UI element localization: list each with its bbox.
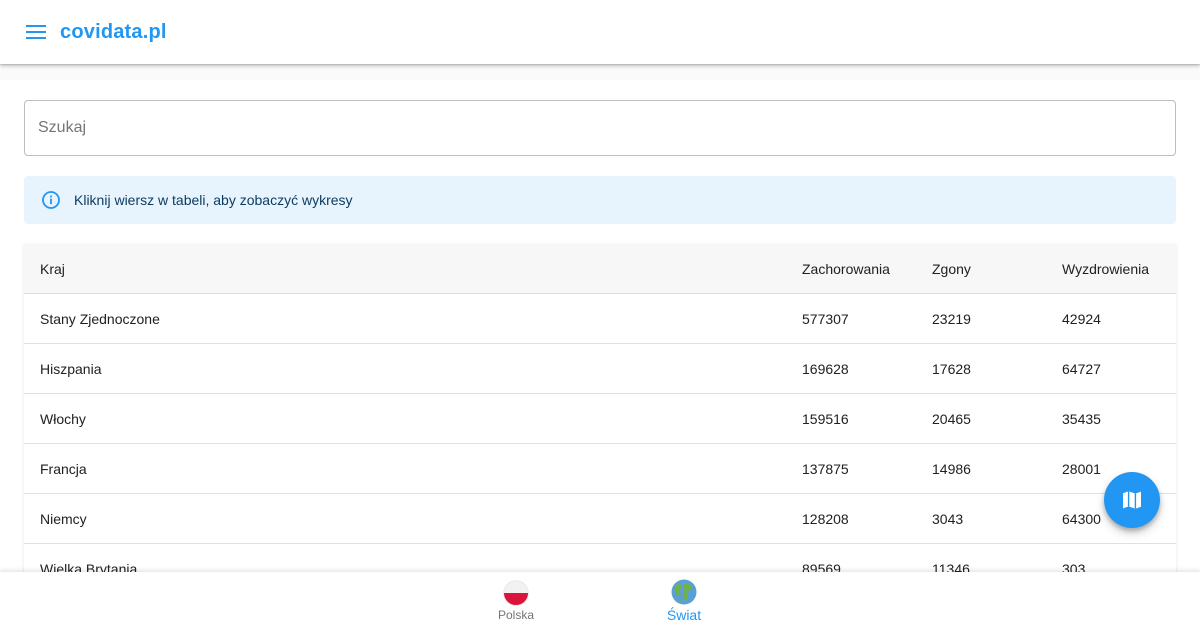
cell-country: Stany Zjednoczone: [24, 293, 802, 344]
nav-item-polska[interactable]: Polska: [432, 572, 600, 628]
cell-recovered: 42924: [1062, 293, 1176, 344]
menu-button[interactable]: [24, 20, 48, 44]
column-header-cases[interactable]: Zachorowania: [802, 244, 932, 294]
menu-icon: [26, 25, 46, 39]
table-row[interactable]: Stany Zjednoczone 577307 23219 42924: [24, 293, 1176, 344]
cell-country: Włochy: [24, 393, 802, 444]
nav-item-swiat[interactable]: Świat: [600, 572, 768, 628]
table-header-row: Kraj Zachorowania Zgony Wyzdrowienia: [24, 244, 1176, 294]
countries-table: Kraj Zachorowania Zgony Wyzdrowienia Sta…: [24, 244, 1176, 628]
cell-deaths: 3043: [932, 493, 1062, 544]
column-header-deaths[interactable]: Zgony: [932, 244, 1062, 294]
table-row[interactable]: Włochy 159516 20465 35435: [24, 393, 1176, 444]
map-icon: [1123, 491, 1141, 509]
column-header-recovered[interactable]: Wyzdrowienia: [1062, 244, 1176, 294]
search-input[interactable]: [25, 101, 1148, 155]
map-button[interactable]: [1104, 472, 1160, 528]
table-row[interactable]: Hiszpania 169628 17628 64727: [24, 343, 1176, 394]
cell-cases: 159516: [802, 393, 932, 444]
poland-flag-icon: [503, 580, 529, 606]
cell-recovered: 64727: [1062, 343, 1176, 394]
cell-cases: 128208: [802, 493, 932, 544]
nav-label-swiat: Świat: [666, 607, 702, 623]
search-field[interactable]: [24, 100, 1176, 156]
cell-country: Niemcy: [24, 493, 802, 544]
cell-cases: 169628: [802, 343, 932, 394]
cell-cases: 577307: [802, 293, 932, 344]
cell-deaths: 20465: [932, 393, 1062, 444]
cell-deaths: 17628: [932, 343, 1062, 394]
cell-deaths: 23219: [932, 293, 1062, 344]
table-row[interactable]: Niemcy 128208 3043 64300: [24, 493, 1176, 544]
cell-cases: 137875: [802, 443, 932, 494]
info-alert: Kliknij wiersz w tabeli, aby zobaczyć wy…: [24, 176, 1176, 224]
app-title[interactable]: covidata.pl: [60, 21, 167, 44]
info-message: Kliknij wiersz w tabeli, aby zobaczyć wy…: [74, 192, 353, 208]
cell-country: Francja: [24, 443, 802, 494]
info-icon: [41, 190, 61, 210]
globe-icon: [671, 579, 697, 605]
bottom-navigation: Polska Świat: [0, 572, 1200, 628]
table-row[interactable]: Francja 137875 14986 28001: [24, 443, 1176, 494]
nav-label-polska: Polska: [497, 608, 535, 622]
cell-recovered: 35435: [1062, 393, 1176, 444]
cell-deaths: 14986: [932, 443, 1062, 494]
cell-country: Hiszpania: [24, 343, 802, 394]
column-header-country[interactable]: Kraj: [24, 244, 802, 294]
app-bar: covidata.pl: [0, 0, 1200, 64]
